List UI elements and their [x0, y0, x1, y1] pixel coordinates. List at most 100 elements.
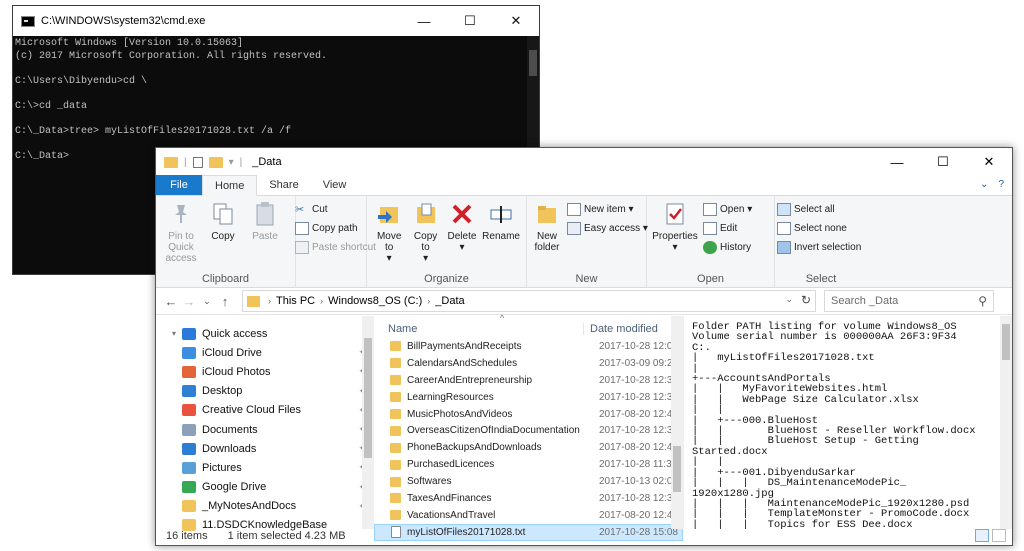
select-none-button[interactable]: Select none — [777, 220, 861, 237]
history-button[interactable]: History — [703, 239, 752, 256]
invert-selection-button[interactable]: Invert selection — [777, 239, 861, 256]
new-item-button[interactable]: New item ▾ — [567, 201, 648, 218]
close-button[interactable]: ✕ — [966, 148, 1012, 176]
file-name: LearningResources — [407, 391, 494, 403]
file-row[interactable]: OverseasCitizenOfIndiaDocumentation 2017-… — [374, 422, 683, 439]
file-row[interactable]: MusicPhotosAndVideos 2017-08-20 12:49 — [374, 406, 683, 423]
chevron-down-icon[interactable]: ⌄ — [980, 179, 988, 190]
breadcrumb-drive[interactable]: Windows8_OS (C:) — [328, 295, 422, 307]
tab-home[interactable]: Home — [202, 175, 258, 196]
nav-item-download[interactable]: Downloads✦ — [156, 439, 374, 458]
folder-icon — [390, 358, 401, 369]
paste-shortcut-button[interactable]: Paste shortcut — [295, 239, 376, 256]
copy-path-button[interactable]: Copy path — [295, 220, 376, 237]
help-icon[interactable]: ? — [998, 179, 1004, 190]
nav-scroll-thumb[interactable] — [364, 338, 372, 458]
file-row[interactable]: Softwares 2017-10-13 02:02 — [374, 473, 683, 490]
desktop: C:\WINDOWS\system32\cmd.exe — ☐ ✕ Micros… — [0, 0, 1024, 551]
explorer-titlebar[interactable]: | ▾ | _Data — ☐ ✕ — [156, 148, 1012, 176]
file-row[interactable]: CareerAndEntrepreneurship 2017-10-28 12:3… — [374, 372, 683, 389]
preview-scrollbar[interactable] — [1000, 316, 1012, 529]
chevron-down-icon[interactable]: ⌄ — [785, 294, 793, 305]
edit-button[interactable]: Edit — [703, 220, 752, 237]
back-arrow-icon[interactable]: ← — [162, 294, 180, 309]
file-row[interactable]: BillPaymentsAndReceipts 2017-10-28 12:03 — [374, 338, 683, 355]
chevron-right-icon[interactable]: › — [268, 296, 271, 306]
minimize-button[interactable]: — — [874, 148, 920, 176]
open-button[interactable]: Open ▾ — [703, 201, 752, 218]
nav-scrollbar[interactable] — [362, 316, 374, 529]
recent-locations-icon[interactable]: ⌄ — [198, 296, 216, 307]
minimize-button[interactable]: — — [401, 6, 447, 36]
chevron-right-icon[interactable]: › — [320, 296, 323, 306]
download-icon — [182, 442, 196, 455]
select-group: Select all Select none Invert selection … — [775, 196, 867, 288]
details-view-icon[interactable] — [975, 529, 989, 542]
status-bar: 16 items 1 item selected 4.23 MB — [156, 527, 1012, 545]
nav-item-folder[interactable]: _MyNotesAndDocs✦ — [156, 497, 374, 516]
cmd-window-title: C:\WINDOWS\system32\cmd.exe — [41, 15, 206, 27]
nav-item-desktop[interactable]: Desktop✦ — [156, 382, 374, 401]
cmd-scroll-thumb[interactable] — [529, 50, 537, 76]
maximize-button[interactable]: ☐ — [447, 6, 493, 36]
preview-pane[interactable]: Folder PATH listing for volume Windows8_… — [684, 316, 1012, 529]
column-date-modified[interactable]: Date modified — [584, 323, 658, 335]
cmd-titlebar[interactable]: C:\WINDOWS\system32\cmd.exe — ☐ ✕ — [13, 6, 539, 36]
forward-arrow-icon[interactable]: → — [180, 294, 198, 309]
chevron-right-icon[interactable]: › — [427, 296, 430, 306]
easy-access-button[interactable]: Easy access ▾ — [567, 220, 648, 237]
tab-view[interactable]: View — [311, 175, 359, 195]
preview-scroll-thumb[interactable] — [1002, 324, 1010, 360]
file-name: TaxesAndFinances — [407, 492, 492, 504]
expand-caret-icon[interactable]: ▾ — [172, 329, 182, 338]
breadcrumb-data[interactable]: _Data — [435, 295, 464, 307]
nav-item-star[interactable]: ▾ Quick access — [156, 324, 374, 343]
large-icons-view-icon[interactable] — [992, 529, 1006, 542]
scissors-icon: ✂ — [295, 204, 305, 216]
cut-button[interactable]: ✂ Cut — [295, 201, 376, 218]
file-list-scrollbar[interactable] — [671, 316, 683, 529]
file-row[interactable]: PurchasedLicences 2017-10-28 11:36 — [374, 456, 683, 473]
up-arrow-icon[interactable]: ↑ — [216, 294, 234, 309]
nav-item-pictures[interactable]: Pictures✦ — [156, 458, 374, 477]
column-name[interactable]: Name — [374, 323, 584, 335]
tab-file[interactable]: File — [156, 175, 202, 195]
nav-item-label: _MyNotesAndDocs — [202, 500, 297, 513]
explorer-window[interactable]: | ▾ | _Data — ☐ ✕ File Home Share View ⌄… — [155, 147, 1013, 546]
address-bar[interactable]: › This PC › Windows8_OS (C:) › _Data ⌄ ↻ — [242, 290, 816, 312]
file-name: PhoneBackupsAndDownloads — [407, 442, 542, 454]
photos-icon — [182, 365, 196, 378]
customize-qat-icon[interactable]: ▾ — [229, 157, 234, 168]
history-icon — [703, 241, 717, 254]
new-folder-qat-icon[interactable] — [208, 156, 223, 168]
file-row[interactable]: PhoneBackupsAndDownloads 2017-08-20 12:41 — [374, 439, 683, 456]
file-list[interactable]: ^ Name Date modified BillPaymentsAndRece… — [374, 313, 684, 541]
nav-item-documents[interactable]: Documents✦ — [156, 420, 374, 439]
ribbon: Pin to Quick access Copy Paste Clipboard — [156, 196, 1012, 288]
nav-item-cc[interactable]: Creative Cloud Files✦ — [156, 401, 374, 420]
select-all-icon — [777, 203, 791, 216]
nav-item-gdrive[interactable]: Google Drive✦ — [156, 478, 374, 497]
file-date: 2017-08-20 12:41 — [599, 442, 678, 454]
navigation-pane[interactable]: ▾ Quick access iCloud Drive✦iCloud Photos✦… — [156, 316, 374, 532]
refresh-icon[interactable]: ↻ — [801, 293, 811, 307]
nav-item-cloud[interactable]: iCloud Drive✦ — [156, 343, 374, 362]
tab-share[interactable]: Share — [257, 175, 310, 195]
nav-item-photos[interactable]: iCloud Photos✦ — [156, 362, 374, 381]
close-button[interactable]: ✕ — [493, 6, 539, 36]
cc-icon — [182, 404, 196, 417]
nav-item-label: Downloads — [202, 442, 257, 455]
new-group-label: New — [575, 273, 598, 285]
breadcrumb-this-pc[interactable]: This PC — [276, 295, 315, 307]
search-input[interactable]: Search _Data ⚲ — [824, 290, 994, 312]
file-row[interactable]: TaxesAndFinances 2017-10-28 12:35 — [374, 490, 683, 507]
properties-qat-icon[interactable] — [192, 156, 203, 168]
file-row[interactable]: VacationsAndTravel 2017-08-20 12:47 — [374, 507, 683, 524]
select-all-button[interactable]: Select all — [777, 201, 861, 218]
folder-icon — [390, 375, 401, 386]
file-scroll-thumb[interactable] — [673, 446, 681, 492]
file-row[interactable]: CalendarsAndSchedules 2017-03-09 09:27 — [374, 355, 683, 372]
file-row[interactable]: LearningResources 2017-10-28 12:30 — [374, 389, 683, 406]
maximize-button[interactable]: ☐ — [920, 148, 966, 176]
paste-shortcut-icon — [295, 241, 309, 254]
